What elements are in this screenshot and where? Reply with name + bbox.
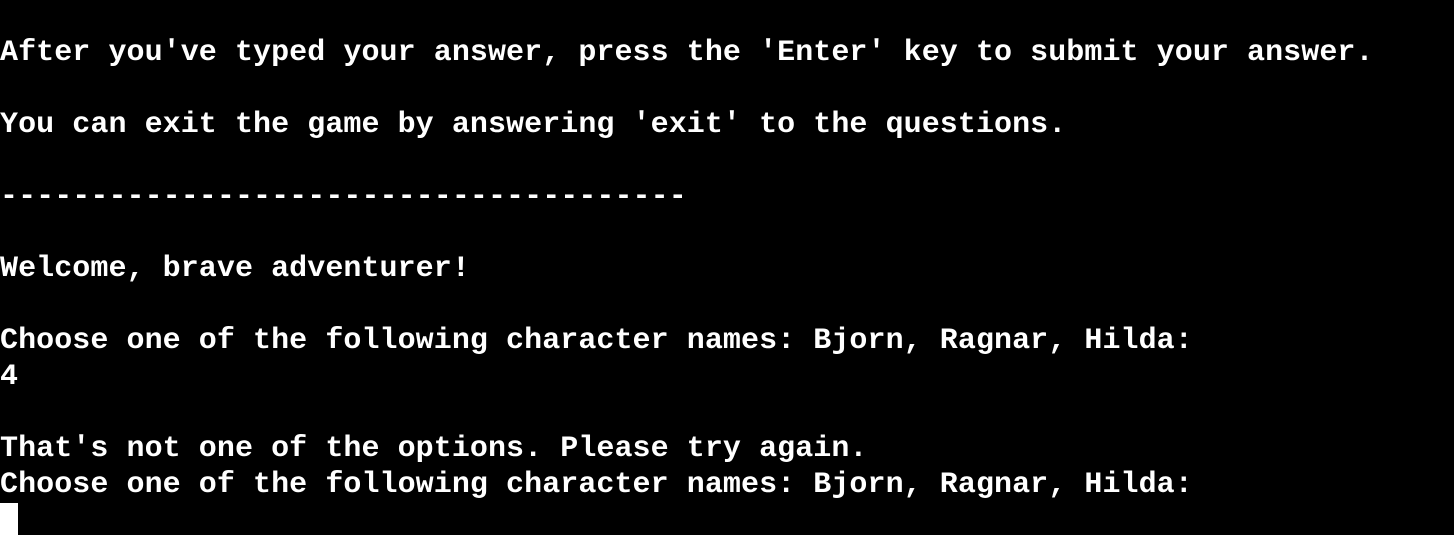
welcome-message: Welcome, brave adventurer! xyxy=(0,252,470,286)
terminal-window[interactable]: After you've typed your answer, press th… xyxy=(0,0,1454,535)
separator-line: -------------------------------------- xyxy=(0,180,687,214)
instruction-enter-line: After you've typed your answer, press th… xyxy=(0,36,1374,70)
instruction-exit-line: You can exit the game by answering 'exit… xyxy=(0,108,1067,142)
character-prompt: Choose one of the following character na… xyxy=(0,324,1193,358)
user-input-echo: 4 xyxy=(0,360,19,394)
text-cursor[interactable] xyxy=(0,503,18,535)
error-message: That's not one of the options. Please tr… xyxy=(0,432,868,466)
input-line[interactable] xyxy=(0,503,1454,535)
character-prompt-retry: Choose one of the following character na… xyxy=(0,468,1193,502)
